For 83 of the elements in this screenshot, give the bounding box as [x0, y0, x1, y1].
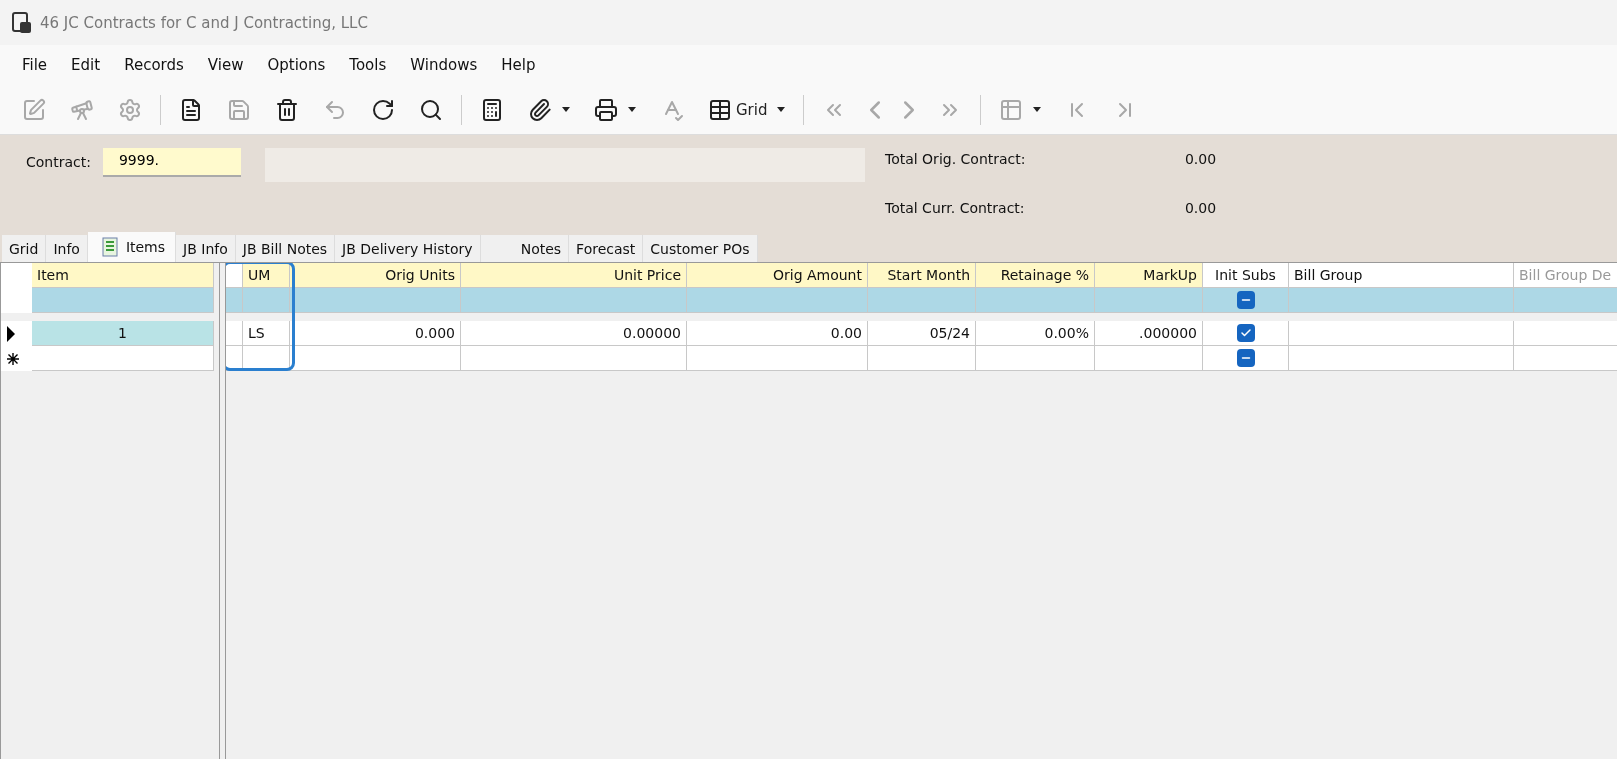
- gear-icon: [118, 97, 142, 122]
- table-cell: .000000: [1095, 321, 1203, 346]
- caret-icon[interactable]: [562, 107, 570, 112]
- check-icon: [1239, 327, 1252, 339]
- row-selector-cell: [1, 263, 32, 288]
- total-label: Total Curr. Contract:: [884, 199, 1026, 218]
- grid-button[interactable]: Grid: [698, 91, 796, 128]
- filter-cell[interactable]: [1203, 288, 1289, 313]
- menu-item[interactable]: Records: [112, 56, 196, 74]
- caret-icon[interactable]: [628, 107, 636, 112]
- tab[interactable]: Info: [46, 235, 88, 262]
- save-icon: [227, 97, 251, 122]
- menu-item[interactable]: View: [195, 56, 256, 74]
- printer-icon: [594, 97, 618, 122]
- tab[interactable]: Forecast: [569, 235, 644, 262]
- filter-cell[interactable]: [976, 288, 1095, 313]
- column-header[interactable]: Orig Amount: [687, 263, 868, 288]
- column-header[interactable]: Orig Units: [290, 263, 461, 288]
- table-cell: LS: [243, 321, 290, 346]
- menu-item[interactable]: Windows: [398, 56, 490, 74]
- table-icon: [708, 97, 732, 122]
- table-cell: 0.00: [687, 321, 868, 346]
- trash-icon: [275, 97, 299, 122]
- menu-item[interactable]: File: [10, 56, 60, 74]
- table-cell: 05/24: [868, 321, 976, 346]
- search-icon: [419, 97, 443, 122]
- menu-item[interactable]: Options: [255, 56, 338, 74]
- menu-item[interactable]: Tools: [337, 56, 399, 74]
- column-header[interactable]: Init Subs: [1203, 263, 1289, 288]
- app-logo-icon: [12, 11, 32, 34]
- total-value: 0.00: [1184, 199, 1218, 218]
- tab[interactable]: JB Bill Notes: [235, 235, 336, 262]
- filter-cell[interactable]: [1289, 288, 1514, 313]
- table-cell: 0.00%: [976, 321, 1095, 346]
- total-label: Total Orig. Contract:: [884, 151, 1027, 169]
- column-header[interactable]: Retainage %: [976, 263, 1095, 288]
- tab[interactable]: Items: [87, 232, 177, 262]
- filter-cell[interactable]: [290, 288, 461, 313]
- document-icon: [179, 97, 203, 122]
- tab[interactable]: Notes: [480, 235, 570, 262]
- filter-cell[interactable]: [32, 288, 214, 313]
- column-header[interactable]: Item: [32, 263, 214, 288]
- checkbox[interactable]: [1236, 349, 1255, 367]
- total-value: 0.00: [1184, 151, 1218, 169]
- filter-cell[interactable]: [687, 288, 868, 313]
- column-header[interactable]: Bill Group: [1289, 263, 1514, 288]
- tab[interactable]: JB Info: [176, 235, 236, 262]
- row-selector-cell: [226, 321, 243, 346]
- row-selector-cell: [1, 288, 32, 313]
- paperclip-icon: [528, 97, 552, 122]
- tab[interactable]: Customer POs: [643, 235, 758, 262]
- table-cell: 0.000: [290, 321, 461, 346]
- filter-cell[interactable]: [461, 288, 687, 313]
- refresh-icon: [371, 97, 395, 122]
- filter-cell[interactable]: [1095, 288, 1203, 313]
- calculator-icon: [480, 97, 504, 122]
- chevron-right-icon: [904, 100, 915, 119]
- contract-field[interactable]: 9999.: [102, 148, 241, 177]
- column-header[interactable]: Unit Price: [461, 263, 687, 288]
- row-selector-cell: [226, 263, 243, 288]
- menu-item[interactable]: Help: [489, 56, 548, 74]
- column-header[interactable]: Start Month: [868, 263, 976, 288]
- pencil-square-icon: [22, 97, 46, 122]
- column-header[interactable]: MarkUp: [1095, 263, 1203, 288]
- chevron-left-icon: [870, 100, 881, 119]
- list-icon: [101, 237, 118, 257]
- table-cell: 0.00000: [461, 321, 687, 346]
- table-icon: [999, 97, 1024, 122]
- tab[interactable]: JB Delivery History: [335, 235, 481, 262]
- menu-item[interactable]: Edit: [59, 56, 113, 74]
- table-cell: 1: [32, 321, 214, 346]
- telescope-icon: [70, 97, 94, 122]
- column-header[interactable]: UM: [243, 263, 290, 288]
- tab[interactable]: Grid: [2, 235, 47, 262]
- row-selector-cell[interactable]: [1, 321, 32, 346]
- caret-icon[interactable]: [777, 107, 786, 112]
- field-label: Contract:: [26, 153, 91, 172]
- row-selector-cell: [226, 288, 243, 313]
- window-title: 46 JC Contracts for C and J Contracting, LLC: [40, 13, 368, 32]
- checkbox[interactable]: [1236, 324, 1255, 342]
- checkbox[interactable]: [1236, 291, 1255, 309]
- filter-cell[interactable]: [243, 288, 290, 313]
- filter-cell[interactable]: [868, 288, 976, 313]
